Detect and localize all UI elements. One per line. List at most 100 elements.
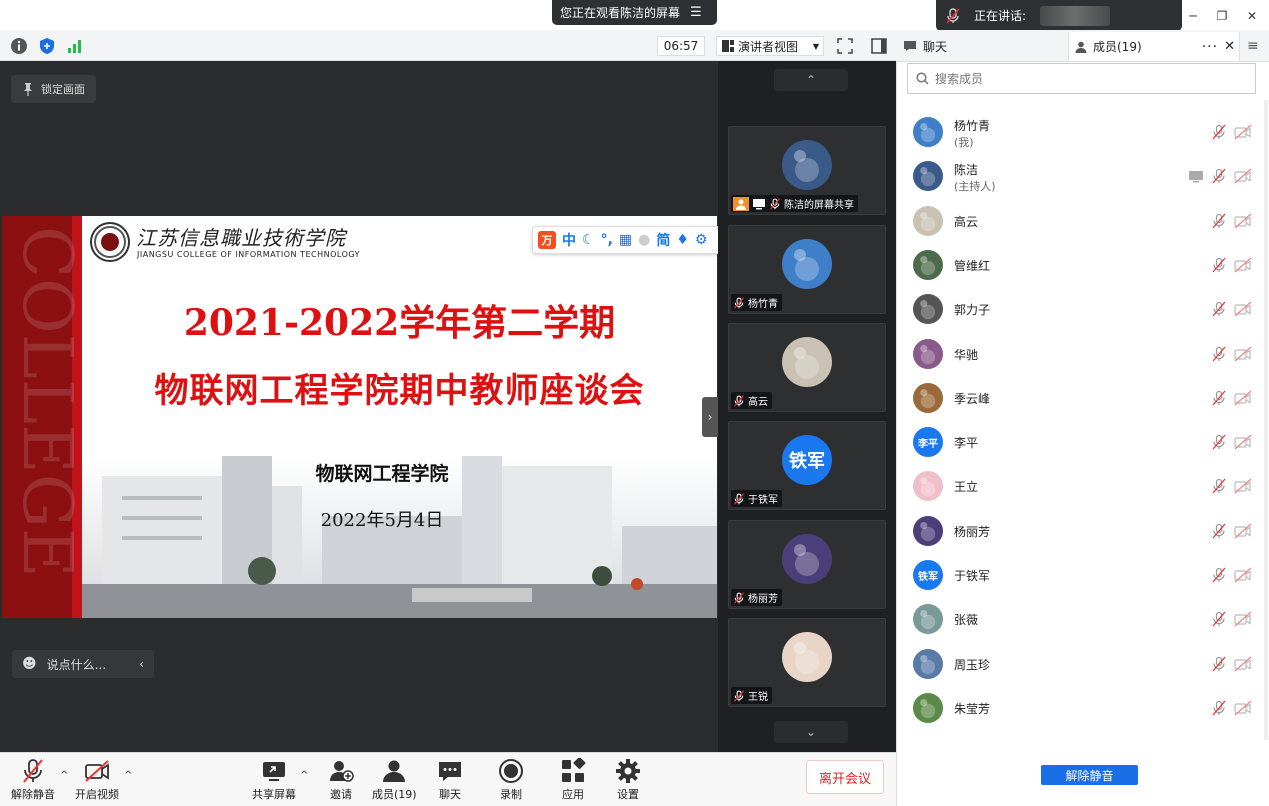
member-row[interactable]: 朱莹芳 (897, 686, 1267, 730)
quick-chat-input[interactable]: ☻ 说点什么... ‹ (12, 650, 154, 678)
mic-muted-icon[interactable] (1211, 567, 1227, 583)
leave-meeting-button[interactable]: 离开会议 (806, 760, 884, 794)
member-row[interactable]: 杨竹青 (我) (897, 110, 1267, 154)
panel-menu-icon[interactable]: ≡ (1247, 38, 1259, 54)
skin-icon[interactable]: ♦ (676, 232, 689, 248)
member-row[interactable]: 周玉珍 (897, 642, 1267, 686)
member-row[interactable]: 华驰 (897, 332, 1267, 376)
sharing-notice[interactable]: 您正在观看陈洁的屏幕 ☰ (552, 0, 717, 25)
minimize-icon[interactable]: ─ (1182, 6, 1204, 26)
camera-off-icon[interactable] (1234, 301, 1252, 317)
camera-off-icon[interactable] (1234, 656, 1252, 672)
mic-muted-icon[interactable] (1211, 611, 1227, 627)
mic-muted-icon[interactable] (1211, 346, 1227, 362)
member-row[interactable]: 管维红 (897, 243, 1267, 287)
lock-view-button[interactable]: 锁定画面 (11, 75, 96, 103)
participant-tile[interactable]: 铁军 于铁军 (728, 421, 886, 510)
participant-tile[interactable]: 高云 (728, 323, 886, 412)
invite-button[interactable]: 邀请 (327, 758, 355, 802)
member-row[interactable]: 杨丽芳 (897, 509, 1267, 553)
view-mode-select[interactable]: 演讲者视图 ▼ (716, 36, 824, 56)
camera-off-icon[interactable] (1234, 390, 1252, 406)
signal-strength-icon[interactable] (66, 37, 84, 55)
participant-tile[interactable]: 陈洁的屏幕共享 (728, 126, 886, 215)
member-search-input[interactable]: 搜索成员 (907, 63, 1256, 94)
members-button[interactable]: 成员(19) (372, 758, 417, 802)
close-icon[interactable]: ✕ (1241, 6, 1263, 26)
tab-chat[interactable]: 聊天 (899, 34, 1069, 58)
member-row[interactable]: 陈洁 (主持人) (897, 154, 1267, 198)
member-row[interactable]: 季云峰 (897, 376, 1267, 420)
meeting-timer: 06:57 (657, 36, 705, 56)
gear-icon[interactable]: ⚙ (695, 232, 708, 248)
member-row[interactable]: 李平 李平 (897, 420, 1267, 464)
maximize-icon[interactable]: ❐ (1211, 6, 1233, 26)
ime-toolbar[interactable]: 万 中 ☾ °, ▦ ● 简 ♦ ⚙ (532, 226, 738, 254)
member-row[interactable]: 郭力子 (897, 287, 1267, 331)
mic-muted-icon[interactable] (1211, 700, 1227, 716)
tab-members[interactable]: 成员(19) ··· ✕ (1068, 32, 1240, 61)
member-role: (主持人) (954, 180, 996, 194)
close-icon[interactable]: ✕ (1224, 39, 1235, 54)
unmute-button[interactable]: 解除静音 (11, 758, 55, 802)
mic-muted-icon[interactable] (1211, 478, 1227, 494)
menu-icon[interactable]: ☰ (690, 5, 702, 20)
more-icon[interactable]: ··· (1202, 39, 1218, 55)
camera-off-icon[interactable] (1234, 168, 1252, 184)
start-video-button[interactable]: 开启视频 (75, 758, 119, 802)
camera-off-icon[interactable] (1234, 434, 1252, 450)
camera-off-icon[interactable] (1234, 523, 1252, 539)
sidebar-toggle-icon[interactable] (871, 38, 887, 54)
share-screen-button[interactable]: 共享屏幕 (252, 758, 296, 802)
member-list-scrollbar[interactable] (1264, 100, 1268, 740)
mic-muted-icon[interactable] (1211, 656, 1227, 672)
chevron-left-icon[interactable]: ‹ (139, 657, 144, 671)
record-button[interactable]: 录制 (497, 758, 525, 802)
participant-tile[interactable]: 王锐 (728, 618, 886, 707)
camera-off-icon[interactable] (1234, 124, 1252, 140)
chat-button[interactable]: 聊天 (436, 758, 464, 802)
video-options-caret[interactable]: ^ (124, 770, 134, 781)
camera-off-icon[interactable] (1234, 567, 1252, 583)
keyboard-icon[interactable]: ▦ (619, 232, 632, 248)
user-icon[interactable]: ● (638, 232, 650, 248)
gallery-scroll-up[interactable]: ⌃ (774, 69, 848, 91)
participant-tile[interactable]: 杨竹青 (728, 225, 886, 314)
member-row[interactable]: 铁军 于铁军 (897, 553, 1267, 597)
participant-tile[interactable]: 杨丽芳 (728, 520, 886, 609)
ime-logo-icon[interactable]: 万 (538, 231, 556, 249)
punctuation-icon[interactable]: °, (601, 232, 613, 248)
member-row[interactable]: 高云 (897, 199, 1267, 243)
mic-muted-icon[interactable] (1211, 168, 1227, 184)
camera-off-icon[interactable] (1234, 700, 1252, 716)
settings-button[interactable]: 设置 (614, 758, 642, 802)
security-shield-icon[interactable] (38, 37, 56, 55)
camera-off-icon[interactable] (1234, 346, 1252, 362)
mic-muted-icon[interactable] (1211, 124, 1227, 140)
gallery-scroll-down[interactable]: ⌄ (774, 721, 848, 743)
camera-off-icon[interactable] (1234, 611, 1252, 627)
mic-muted-icon[interactable] (1211, 213, 1227, 229)
mic-muted-icon[interactable] (1211, 257, 1227, 273)
share-options-caret[interactable]: ^ (300, 770, 310, 781)
audio-options-caret[interactable]: ^ (60, 770, 70, 781)
camera-off-icon[interactable] (1234, 478, 1252, 494)
mic-muted-icon[interactable] (1211, 523, 1227, 539)
collapse-gallery-button[interactable]: › (702, 397, 718, 437)
member-row[interactable]: 张薇 (897, 597, 1267, 641)
ime-simplified[interactable]: 简 (656, 230, 670, 250)
mic-muted-icon[interactable] (1211, 434, 1227, 450)
unmute-all-button[interactable]: 解除静音 (1041, 765, 1138, 785)
moon-icon[interactable]: ☾ (582, 232, 595, 248)
camera-off-icon[interactable] (1234, 213, 1252, 229)
apps-button[interactable]: 应用 (559, 758, 587, 802)
mic-muted-icon[interactable] (1211, 301, 1227, 317)
info-icon[interactable] (10, 37, 28, 55)
fullscreen-icon[interactable] (837, 38, 853, 54)
ime-mode-cn[interactable]: 中 (562, 230, 576, 250)
avatar (913, 471, 943, 502)
camera-off-icon[interactable] (1234, 257, 1252, 273)
member-row[interactable]: 王立 (897, 464, 1267, 508)
mic-muted-icon[interactable] (1211, 390, 1227, 406)
emoji-icon[interactable]: ☻ (22, 656, 37, 672)
